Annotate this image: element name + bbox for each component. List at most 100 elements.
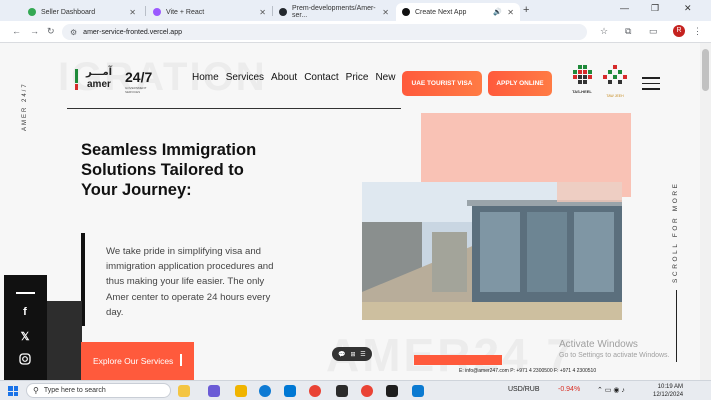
logo-arabic: آمـــر [86,67,113,78]
nav-services[interactable]: Services [226,72,264,83]
nav-new[interactable]: New [375,72,395,83]
app-icon[interactable] [208,385,220,397]
nav-contact[interactable]: Contact [304,72,338,83]
tasheel-mark-icon [573,65,592,84]
taskbar-search[interactable]: ⚲ Type here to search [26,383,171,398]
minimize-icon[interactable]: — [620,3,629,13]
activate-windows-subtitle: Go to Settings to activate Windows. [559,352,670,359]
chrome-icon[interactable] [309,385,321,397]
seller-dashboard-favicon-icon [28,8,36,16]
reload-icon[interactable]: ↻ [47,26,55,37]
tawjeeh-logo[interactable]: TAW JEEH [598,65,632,99]
scroll-line [676,290,677,362]
tab-vite-react[interactable]: Vite + React ✕ [147,3,272,21]
uae-tourist-visa-button[interactable]: UAE TOURIST VISA [402,71,482,96]
menu-kebab-icon[interactable]: ⋮ [693,26,702,37]
activate-windows-title: Activate Windows [559,339,638,350]
file-explorer-icon[interactable] [235,385,247,397]
extensions-icon[interactable]: ⧉ [625,26,631,37]
clock-time: 10:19 AM [657,384,684,390]
amer-logo[interactable]: آمـــر amer 24/7 GOVERNMENT SERVICES [72,67,162,95]
vscode-icon[interactable] [412,385,424,397]
instagram-icon[interactable] [18,353,32,368]
logo-english: amer [87,79,111,90]
chrome-active-icon[interactable] [361,385,373,397]
nav-divider [67,108,401,109]
forward-icon[interactable]: → [30,26,39,36]
tasheel-logo[interactable]: TAS-HEEL [565,65,599,99]
tab-title: Create Next App [415,8,467,16]
chat-icon[interactable]: 💬 [338,351,345,358]
site-info-icon[interactable]: ⚙ [70,28,77,37]
store-icon[interactable] [284,385,296,397]
github-favicon-icon [279,8,287,16]
tab-create-next-app[interactable]: Create Next App 🔊 ✕ [396,3,520,21]
tab-separator [145,6,146,16]
list-icon[interactable]: ☰ [360,351,365,358]
decorative-dark-block [47,301,82,380]
edge-icon[interactable] [259,385,271,397]
nav-about[interactable]: About [271,72,297,83]
nextjs-favicon-icon [402,8,410,16]
ticker-change: -0.94% [558,386,581,393]
scroll-for-more-label: SCROLL FOR MORE [672,181,679,283]
window-close-icon[interactable]: ✕ [684,3,692,14]
bookmark-star-icon[interactable]: ☆ [600,26,608,37]
app-window-icon[interactable] [386,385,398,397]
tray-icons[interactable]: ⌃ ▭ ◉ ♪ [597,386,625,394]
maximize-icon[interactable]: ❐ [651,3,659,14]
address-bar: ← → ↻ ⚙ amer-service-fronted.vercel.app … [0,21,711,43]
clock-date: 12/12/2024 [653,392,684,398]
logo-247: 24/7 [125,69,153,85]
x-icon[interactable]: 𝕏 [18,330,32,343]
close-icon[interactable]: ✕ [382,8,389,17]
facebook-icon[interactable]: f [18,306,32,318]
hero-heading: Seamless Immigration Solutions Tailored … [81,141,257,199]
windows-taskbar: ⚲ Type here to search USD/RUB -0.94% ⌃ ▭… [0,380,711,400]
scrollbar-thumb[interactable] [702,49,709,91]
copilot-icon[interactable] [178,385,190,397]
grid-icon[interactable]: ⊞ [351,351,356,358]
nav-home[interactable]: Home [192,72,219,83]
windows-start-icon[interactable] [8,386,18,396]
hero-paragraph: We take pride in simplifying visa and im… [106,246,274,318]
close-icon[interactable]: ✕ [129,8,136,17]
close-icon[interactable]: ✕ [259,8,266,17]
url-text: amer-service-fronted.vercel.app [83,28,182,36]
main-nav: Home Services About Contact Price New [192,72,402,83]
tasheel-label: TAS-HEEL [572,89,592,94]
profile-avatar[interactable]: R [673,25,685,37]
tawjeeh-label: TAW JEEH [606,94,624,98]
search-placeholder: Type here to search [43,387,106,394]
decorative-orange-strip [414,355,502,365]
tab-title: Seller Dashboard [41,8,96,16]
social-sidebar: f 𝕏 [4,275,47,380]
tab-github[interactable]: Prem-developments/Amer-ser... ✕ [273,3,395,21]
hamburger-menu-icon[interactable] [642,77,660,94]
logo-subtitle: GOVERNMENT SERVICES [125,86,147,94]
logo-mark-icon [75,69,78,90]
search-icon: ⚲ [33,386,39,395]
url-field[interactable]: ⚙ amer-service-fronted.vercel.app [62,24,587,40]
button-accent-bar [180,354,182,366]
tawjeeh-mark-icon [603,65,627,84]
back-icon[interactable]: ← [12,26,21,36]
page-scrollbar[interactable] [700,43,711,380]
taskbar-clock[interactable]: 10:19 AM 12/12/2024 [653,383,683,399]
terminal-icon[interactable] [336,385,348,397]
contact-info: E: info@amer247.com P: +971 4 2300500 F:… [459,368,597,374]
tab-seller-dashboard[interactable]: Seller Dashboard ✕ [22,3,142,21]
tab-title: Prem-developments/Amer-ser... [292,5,376,19]
ticker-label[interactable]: USD/RUB [508,386,540,393]
explore-services-label: Explore Our Services [93,356,174,366]
chat-widget[interactable]: 💬 ⊞ ☰ [332,347,372,361]
speaker-icon[interactable]: 🔊 [493,8,502,16]
nav-price[interactable]: Price [346,72,369,83]
sidebar-icon[interactable]: ▭ [649,26,658,37]
website-page: IGRATION AMER24 7 AMER 24/7 آمـــر amer … [0,43,700,380]
close-icon[interactable]: ✕ [507,8,514,17]
explore-services-button[interactable]: Explore Our Services [81,342,194,380]
new-tab-button[interactable]: + [523,4,529,16]
apply-online-button[interactable]: APPLY ONLINE [488,71,552,96]
vite-favicon-icon [153,8,161,16]
